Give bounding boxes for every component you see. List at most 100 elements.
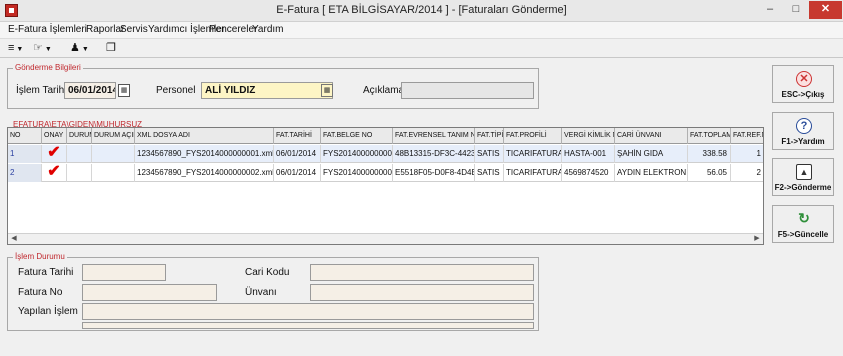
cell-tip: SATIS [475,145,504,163]
gonderme-bilgileri-group: Gönderme Bilgileri İşlem Tarihi 06/01/20… [7,63,539,109]
status-line-field [82,322,534,329]
fatura-no-label: Fatura No [18,287,63,298]
toolbar: ≡ ▼ ☞ ▼ ♟ ▼ ❐ [0,38,843,58]
lookup-icon[interactable]: ▦ [321,84,333,97]
cell-toplam: 338.58 [688,145,731,163]
minimize-button[interactable]: – [757,1,783,19]
table-row[interactable]: 1 ✔ 1234567890_FYS2014000000001.xml 06/0… [8,145,763,163]
unvani-label: Ünvanı [245,287,277,298]
personel-field[interactable]: ALİ YILDIZ [201,82,333,99]
table-header: NO ONAY DURUM DURUM AÇIK XML DOSYA ADI F… [8,128,763,144]
cell-durum-acik [92,145,135,163]
people-icon[interactable]: ♟ ▼ [70,41,89,57]
yapilan-islem-field [82,303,534,320]
islem-tarihi-label: İşlem Tarihi [16,85,67,96]
help-button[interactable]: ? F1->Yardım [772,112,834,150]
cell-xml: 1234567890_FYS2014000000001.xml [135,145,274,163]
cell-no: 2 [8,164,42,182]
close-icon: ✕ [796,71,812,87]
fatura-tarihi-field [82,264,166,281]
cell-cari: ŞAHİN GIDA [615,145,688,163]
horizontal-scrollbar[interactable]: ◀ ▶ [8,233,763,244]
personel-label: Personel [156,85,196,96]
refresh-button-label: F5->Güncelle [777,230,829,239]
onay-check-icon[interactable]: ✔ [42,145,67,163]
menu-raporlar[interactable]: Raporlar [86,24,124,35]
copy-icon[interactable]: ❐ [106,41,116,57]
col-durum[interactable]: DURUM [67,128,92,144]
cell-durum [67,145,92,163]
refresh-button[interactable]: ↻ F5->Güncelle [772,205,834,243]
col-onay[interactable]: ONAY [42,128,67,144]
aciklama-field[interactable] [401,82,534,99]
cell-no: 1 [8,145,42,163]
send-button[interactable]: ▲ F2->Gönderme [772,158,834,196]
cell-profil: TICARIFATURA [504,164,562,182]
table-row[interactable]: 2 ✔ 1234567890_FYS2014000000002.xml 06/0… [8,164,763,182]
menu-servis[interactable]: Servis [120,24,148,35]
help-button-label: F1->Yardım [781,137,825,146]
pointer-icon[interactable]: ☞ ▼ [33,41,52,57]
cell-durum-acik [92,164,135,182]
cell-xml: 1234567890_FYS2014000000002.xml [135,164,274,182]
col-durum-acik[interactable]: DURUM AÇIK [92,128,135,144]
refresh-icon: ↻ [798,210,810,226]
send-document-icon: ▲ [796,164,812,180]
exit-button[interactable]: ✕ ESC->Çıkış [772,65,834,103]
cell-vkn: HASTA-001 [562,145,615,163]
gonderme-legend: Gönderme Bilgileri [13,63,83,72]
cell-evrensel: E5518F05-D0F8-4D4B-8 [393,164,475,182]
cell-tarih: 06/01/2014 [274,145,321,163]
col-fat-belge-no[interactable]: FAT.BELGE NO [321,128,393,144]
title-bar: E-Fatura [ ETA BİLGİSAYAR/2014 ] - [Fatu… [0,0,843,22]
onay-check-icon[interactable]: ✔ [42,164,67,182]
fatura-tarihi-label: Fatura Tarihi [18,267,74,278]
exit-button-label: ESC->Çıkış [781,90,825,99]
tree-icon[interactable]: ≡ ▼ [8,41,23,57]
cell-belge-no: FYS2014000000001 [321,145,393,163]
col-cari-unvani[interactable]: CARİ ÜNVANI [615,128,688,144]
col-fat-ref-no[interactable]: FAT.REF.NO [731,128,763,144]
cell-toplam: 56.05 [688,164,731,182]
cell-ref: 1 [731,145,763,163]
cell-tarih: 06/01/2014 [274,164,321,182]
scroll-left-icon[interactable]: ◀ [8,234,20,244]
window-title: E-Fatura [ ETA BİLGİSAYAR/2014 ] - [Fatu… [276,4,567,16]
yapilan-islem-label: Yapılan İşlem [18,306,78,317]
help-icon: ? [796,118,812,134]
cell-belge-no: FYS2014000000002 [321,164,393,182]
col-fat-profili[interactable]: FAT.PROFİLİ [504,128,562,144]
menu-efatura-islemleri[interactable]: E-Fatura İşlemleri [8,24,87,35]
menu-bar: E-Fatura İşlemleri Raporlar Servis Yardı… [0,22,843,38]
cell-tip: SATIS [475,164,504,182]
cell-profil: TICARIFATURA [504,145,562,163]
maximize-button[interactable]: □ [783,1,809,19]
col-vergi-kimlik-no[interactable]: VERGİ KİMLİK NO [562,128,615,144]
col-xml-dosya-adi[interactable]: XML DOSYA ADI [135,128,274,144]
col-fat-tarihi[interactable]: FAT.TARİHİ [274,128,321,144]
cari-kodu-field [310,264,534,281]
menu-pencereler[interactable]: Pencereler [209,24,257,35]
send-button-label: F2->Gönderme [774,183,832,192]
fatura-no-field [82,284,217,301]
menu-yardim[interactable]: Yardım [252,24,284,35]
cell-ref: 2 [731,164,763,182]
col-fat-toplam[interactable]: FAT.TOPLAM [688,128,731,144]
aciklama-label: Açıklama [363,85,405,96]
cell-cari: AYDIN ELEKTRONİK [615,164,688,182]
durum-legend: İşlem Durumu [13,252,67,261]
close-button[interactable]: ✕ [809,1,842,19]
islem-durumu-group: İşlem Durumu Fatura Tarihi Cari Kodu Fat… [7,252,539,331]
col-no[interactable]: NO [8,128,42,144]
scroll-right-icon[interactable]: ▶ [751,234,763,244]
cell-evrensel: 48B13315-DF3C-4423-8 [393,145,475,163]
cell-vkn: 4569874520 [562,164,615,182]
col-fat-evrensel-tanim-no[interactable]: FAT.EVRENSEL TANIM NO [393,128,475,144]
islem-tarihi-field[interactable]: 06/01/2014 [64,82,116,99]
cell-durum [67,164,92,182]
unvani-field [310,284,534,301]
invoice-table: NO ONAY DURUM DURUM AÇIK XML DOSYA ADI F… [7,127,764,245]
cari-kodu-label: Cari Kodu [245,267,290,278]
col-fat-tipi[interactable]: FAT.TİPİ [475,128,504,144]
calendar-icon[interactable]: ▦ [118,84,130,97]
